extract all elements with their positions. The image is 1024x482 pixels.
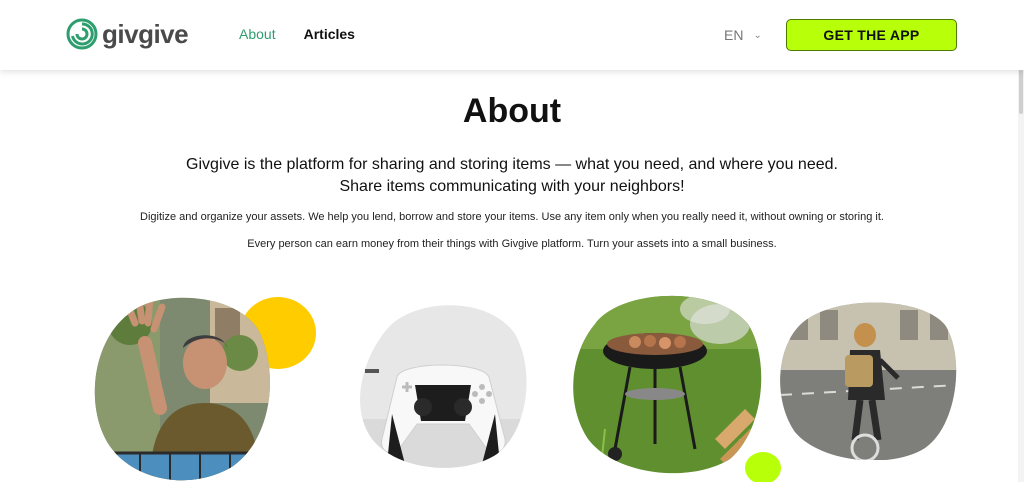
spiral-logo-icon — [66, 18, 98, 50]
language-selector[interactable]: EN ⌄ — [724, 27, 762, 43]
lime-accent-blob — [745, 452, 781, 482]
intro-paragraph-2: Every person can earn money from their t… — [247, 238, 777, 250]
waving-man-photo — [94, 297, 270, 481]
barbecue-grill-photo — [573, 295, 762, 474]
image-gallery — [0, 285, 1024, 482]
nav-about-link[interactable]: About — [239, 26, 276, 42]
site-header: givgive About Articles EN ⌄ GET THE APP — [0, 0, 1024, 70]
subtitle-line-2: Share items communicating with your neig… — [339, 178, 685, 195]
cyclist-photo — [780, 302, 957, 460]
page-subtitle: Givgive is the platform for sharing and … — [0, 154, 1024, 198]
chevron-down-icon: ⌄ — [753, 29, 762, 41]
logo-text: givgive — [102, 18, 189, 49]
givgive-logo[interactable]: givgive — [66, 18, 189, 50]
main-nav: About Articles — [239, 26, 355, 42]
intro-paragraph-1: Digitize and organize your assets. We he… — [140, 211, 884, 223]
game-controller-photo — [360, 305, 527, 468]
language-label: EN — [724, 27, 744, 43]
get-the-app-button[interactable]: GET THE APP — [786, 19, 957, 51]
nav-articles-link[interactable]: Articles — [304, 26, 355, 42]
subtitle-line-1: Givgive is the platform for sharing and … — [186, 156, 838, 173]
page-title: About — [462, 92, 562, 130]
